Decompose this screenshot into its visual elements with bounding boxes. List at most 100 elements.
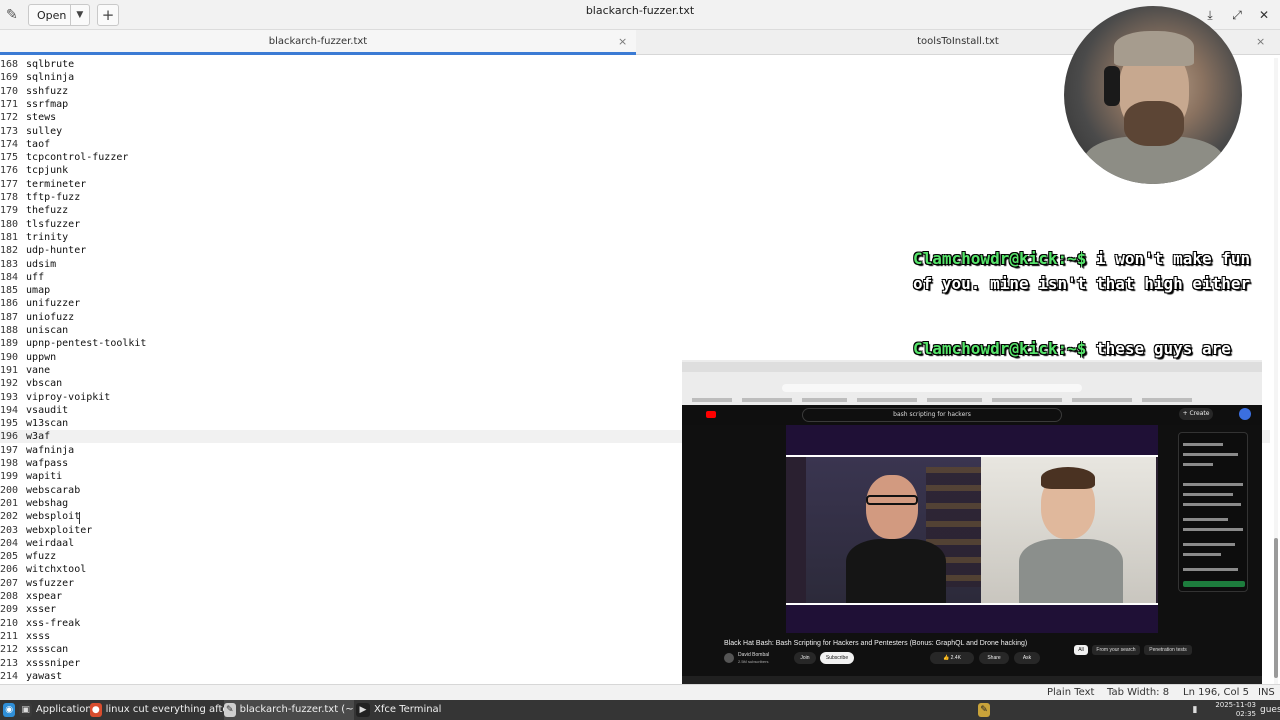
chip-all[interactable]: All xyxy=(1074,645,1088,655)
editor-line[interactable]: 177 termineter xyxy=(0,178,1270,191)
chat-username: Clamchowdr@kick:~$ xyxy=(913,339,1087,358)
line-number: 212 xyxy=(0,644,19,656)
text-cursor-icon xyxy=(79,512,81,524)
minimize-icon[interactable]: ⤓ xyxy=(1203,8,1217,22)
open-button[interactable]: Open ▼ xyxy=(28,4,90,26)
live-chat-panel xyxy=(1178,432,1248,592)
line-text: xspear xyxy=(26,591,63,602)
line-text: sshfuzz xyxy=(26,85,69,97)
editor-line[interactable]: 181 trinity xyxy=(0,231,1270,244)
line-number: 185 xyxy=(0,285,19,297)
address-bar[interactable] xyxy=(782,384,1082,392)
like-button[interactable]: 👍 2.4K xyxy=(930,652,974,664)
close-icon[interactable]: ✕ xyxy=(1257,8,1271,22)
chevron-down-icon[interactable]: ▼ xyxy=(71,10,89,20)
line-number: 173 xyxy=(0,125,19,137)
line-text: witchxtool xyxy=(26,564,87,576)
network-icon[interactable]: ▮ xyxy=(1190,700,1204,720)
line-number: 200 xyxy=(0,484,19,496)
avatar[interactable] xyxy=(1239,408,1251,420)
close-tab-icon[interactable]: × xyxy=(1256,30,1265,54)
line-number: 191 xyxy=(0,364,19,376)
line-text: taof xyxy=(26,138,51,150)
window-title: blackarch-fuzzer.txt xyxy=(585,4,695,17)
youtube-logo-icon[interactable] xyxy=(706,411,716,418)
maximize-icon[interactable]: ⤢ xyxy=(1230,8,1244,22)
line-number: 180 xyxy=(0,218,19,230)
clock[interactable]: 2025-11-03 02:35 xyxy=(1212,701,1256,719)
line-number: 186 xyxy=(0,298,19,310)
line-text: tftp-fuzz xyxy=(26,192,81,203)
line-number: 207 xyxy=(0,577,19,589)
line-text: sqlninja xyxy=(26,72,75,84)
ask-button[interactable]: Ask xyxy=(1014,652,1040,664)
line-number: 206 xyxy=(0,564,19,576)
chip-from-search[interactable]: From your search xyxy=(1092,645,1140,655)
status-bar: Plain Text Tab Width: 8 Ln 196, Col 5 IN… xyxy=(0,684,1280,700)
line-number: 210 xyxy=(0,617,19,629)
host-left xyxy=(806,457,986,603)
open-button-label: Open xyxy=(37,8,67,22)
tray-notes-icon[interactable]: ✎ xyxy=(978,700,994,720)
line-number: 171 xyxy=(0,98,19,110)
line-number: 170 xyxy=(0,85,19,97)
editor-line[interactable]: 179 thefuzz xyxy=(0,204,1270,217)
line-number: 182 xyxy=(0,245,19,257)
close-tab-icon[interactable]: × xyxy=(618,30,627,54)
line-number: 211 xyxy=(0,630,19,642)
line-text: vbscan xyxy=(26,378,63,390)
line-text: tlsfuzzer xyxy=(26,218,81,230)
line-text: termineter xyxy=(26,178,87,190)
applications-menu[interactable]: ◉ ▣ Applications xyxy=(0,700,90,720)
share-button[interactable]: Share xyxy=(979,652,1009,664)
chat-username: Clamchowdr@kick:~$ xyxy=(913,249,1087,268)
line-number: 184 xyxy=(0,271,19,283)
line-text: thefuzz xyxy=(26,205,69,217)
editor-line[interactable]: 176 tcpjunk xyxy=(0,164,1270,177)
browser-chrome xyxy=(682,360,1262,405)
text-editor-icon: ✎ xyxy=(6,7,18,23)
editor-line[interactable]: 178 tftp-fuzz xyxy=(0,191,1270,204)
line-number: 201 xyxy=(0,497,19,509)
tab-width-selector[interactable]: Tab Width: 8 xyxy=(1107,685,1169,700)
editor-line[interactable]: 186 unifuzzer xyxy=(0,297,1270,310)
line-text: yawast xyxy=(26,670,63,682)
youtube-search-input[interactable]: bash scripting for hackers xyxy=(802,408,1062,422)
line-text: websploit xyxy=(26,511,81,523)
insert-mode: INS xyxy=(1258,687,1275,698)
line-text: upnp-pentest-toolkit xyxy=(26,338,147,350)
line-text: tcpcontrol-fuzzer xyxy=(26,152,129,164)
clock-date: 2025-11-03 xyxy=(1215,701,1256,709)
video-player[interactable] xyxy=(786,425,1158,633)
line-number: 202 xyxy=(0,511,19,523)
editor-line[interactable]: 175 tcpcontrol-fuzzer xyxy=(0,151,1270,164)
language-selector[interactable]: Plain Text xyxy=(1047,685,1094,700)
applications-label: Applications xyxy=(35,704,90,715)
line-text: weirdaal xyxy=(26,537,75,549)
line-number: 194 xyxy=(0,404,19,416)
line-text: uppwn xyxy=(26,351,57,363)
tab-label: blackarch-fuzzer.txt xyxy=(268,36,368,47)
line-number: 209 xyxy=(0,604,19,616)
editor-line[interactable]: 187 uniofuzz xyxy=(0,311,1270,324)
chip-penetration-tests[interactable]: Penetration tests xyxy=(1144,645,1192,655)
channel-avatar[interactable] xyxy=(724,653,734,663)
vertical-scrollbar[interactable] xyxy=(1274,58,1278,684)
subscribe-button[interactable]: Subscribe xyxy=(820,652,854,664)
create-button[interactable]: + Create xyxy=(1179,408,1213,420)
line-number: 198 xyxy=(0,458,19,469)
line-number: 199 xyxy=(0,471,19,483)
streamer-webcam xyxy=(1064,6,1242,184)
taskbar-item-browser[interactable]: ● linux cut everything after /... xyxy=(90,700,224,720)
line-number: 192 xyxy=(0,378,19,390)
scrollbar-thumb[interactable] xyxy=(1274,538,1278,678)
taskbar-item-terminal[interactable]: ▶ Xfce Terminal xyxy=(356,700,456,720)
line-number: 214 xyxy=(0,670,19,682)
editor-line[interactable]: 180 tlsfuzzer xyxy=(0,218,1270,231)
join-button[interactable]: Join xyxy=(794,652,816,664)
taskbar-item-editor[interactable]: ✎ blackarch-fuzzer.txt (~) - ... xyxy=(224,700,354,720)
new-tab-button[interactable]: + xyxy=(97,4,119,26)
tab-blackarch-fuzzer[interactable]: blackarch-fuzzer.txt × xyxy=(0,30,636,55)
channel-row: David Bombal 2.5M subscribers Join Subsc… xyxy=(724,652,1084,666)
user-name[interactable]: guest xyxy=(1260,700,1280,720)
